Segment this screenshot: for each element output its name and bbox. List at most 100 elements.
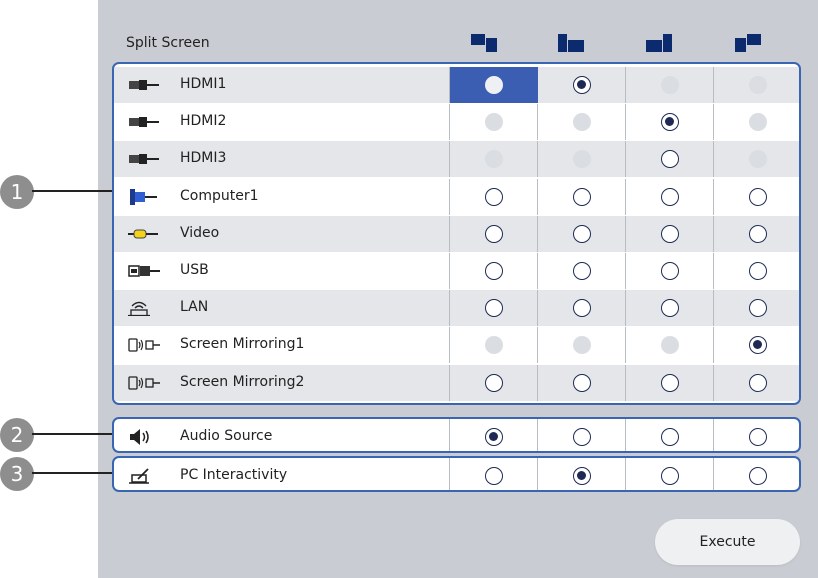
- callout-line: [32, 433, 112, 435]
- radio-button-disabled: [573, 336, 591, 355]
- usb-icon: [128, 263, 164, 279]
- layout-cell-4[interactable]: [714, 327, 799, 363]
- radio-button-selected[interactable]: [573, 467, 591, 485]
- row-label: HDMI1: [180, 76, 227, 92]
- layout-cell-4[interactable]: [714, 419, 799, 451]
- layout-cell-1[interactable]: [450, 365, 538, 401]
- row-label: LAN: [180, 299, 209, 316]
- screen-mirroring-icon: [128, 337, 164, 353]
- radio-button[interactable]: [661, 428, 679, 446]
- layout-cell-3[interactable]: [626, 290, 714, 326]
- radio-button-disabled: [749, 76, 767, 94]
- radio-button[interactable]: [573, 373, 591, 392]
- layout-cell-1: [450, 327, 538, 363]
- radio-button[interactable]: [573, 299, 591, 318]
- radio-button[interactable]: [485, 187, 503, 206]
- layout-cell-1[interactable]: [450, 67, 538, 103]
- layout-cell-1[interactable]: [450, 216, 538, 252]
- layout-cell-2: [538, 104, 626, 140]
- source-row-screen-mirroring1: Screen Mirroring1: [114, 327, 799, 364]
- radio-button[interactable]: [749, 467, 767, 485]
- radio-button-selected[interactable]: [573, 76, 591, 94]
- radio-button-selected[interactable]: [485, 428, 503, 446]
- radio-button-selected[interactable]: [661, 113, 679, 132]
- callout-number: 3: [0, 457, 34, 491]
- layout-cell-1[interactable]: [450, 253, 538, 289]
- radio-button[interactable]: [485, 224, 503, 243]
- callout-number: 1: [0, 175, 34, 209]
- layout-left-large-icon: [558, 34, 584, 52]
- pen-tablet-icon: [128, 468, 164, 484]
- layout-cell-1: [450, 141, 538, 177]
- layout-cell-4[interactable]: [714, 253, 799, 289]
- layout-cell-4[interactable]: [714, 458, 799, 490]
- radio-button-selected[interactable]: [749, 336, 767, 355]
- layout-cell-3[interactable]: [626, 253, 714, 289]
- row-label: Computer1: [180, 187, 259, 204]
- radio-button-disabled: [485, 150, 503, 169]
- layout-cell-1[interactable]: [450, 290, 538, 326]
- page-title: Split Screen: [126, 35, 210, 51]
- layout-cell-2: [538, 327, 626, 363]
- callout-line: [32, 472, 112, 474]
- row-label: Audio Source: [180, 428, 273, 444]
- layout-cell-4[interactable]: [714, 179, 799, 215]
- layout-cell-2[interactable]: [538, 419, 626, 451]
- layout-cell-3[interactable]: [626, 458, 714, 490]
- radio-button[interactable]: [661, 299, 679, 318]
- layout-cell-2[interactable]: [538, 458, 626, 490]
- layout-left-top-icon: [471, 34, 497, 52]
- source-list-group: HDMI1 HDMI2 HDMI3 Computer1 Video USB LAN Scree…: [112, 62, 801, 405]
- radio-button[interactable]: [749, 373, 767, 392]
- radio-button[interactable]: [661, 224, 679, 243]
- radio-button[interactable]: [661, 467, 679, 485]
- layout-cell-3[interactable]: [626, 365, 714, 401]
- layout-cell-3[interactable]: [626, 141, 714, 177]
- layout-cell-3[interactable]: [626, 104, 714, 140]
- radio-button-disabled: [661, 336, 679, 355]
- execute-button[interactable]: Execute: [655, 519, 800, 565]
- layout-cell-2[interactable]: [538, 67, 626, 103]
- layout-cell-2[interactable]: [538, 216, 626, 252]
- radio-button[interactable]: [485, 262, 503, 280]
- layout-cell-1[interactable]: [450, 419, 538, 451]
- video-rca-icon: [128, 226, 164, 242]
- layout-cell-2[interactable]: [538, 290, 626, 326]
- layout-cell-2: [538, 141, 626, 177]
- layout-cell-1[interactable]: [450, 458, 538, 490]
- layout-cell-3[interactable]: [626, 419, 714, 451]
- row-label: HDMI2: [180, 113, 227, 130]
- radio-button-disabled: [485, 113, 503, 132]
- layout-cell-2[interactable]: [538, 253, 626, 289]
- radio-button[interactable]: [749, 187, 767, 206]
- radio-button[interactable]: [749, 224, 767, 243]
- layout-cell-4[interactable]: [714, 365, 799, 401]
- radio-button[interactable]: [749, 299, 767, 318]
- source-row-lan: LAN: [114, 290, 799, 327]
- radio-button[interactable]: [749, 428, 767, 446]
- screen-mirroring-icon: [128, 375, 164, 391]
- radio-button[interactable]: [485, 467, 503, 485]
- radio-button[interactable]: [661, 262, 679, 280]
- layout-cell-3[interactable]: [626, 179, 714, 215]
- radio-button[interactable]: [573, 187, 591, 206]
- layout-cell-1[interactable]: [450, 179, 538, 215]
- layout-right-top-icon: [735, 34, 761, 52]
- radio-button[interactable]: [661, 187, 679, 206]
- radio-button[interactable]: [749, 262, 767, 280]
- layout-cell-4: [714, 104, 799, 140]
- radio-button[interactable]: [573, 224, 591, 243]
- radio-button[interactable]: [485, 76, 503, 94]
- radio-button[interactable]: [573, 428, 591, 446]
- radio-button[interactable]: [485, 373, 503, 392]
- layout-cell-2[interactable]: [538, 179, 626, 215]
- radio-button[interactable]: [573, 262, 591, 280]
- radio-button[interactable]: [661, 150, 679, 169]
- radio-button[interactable]: [485, 299, 503, 318]
- layout-cell-2[interactable]: [538, 365, 626, 401]
- layout-cell-3[interactable]: [626, 216, 714, 252]
- layout-cell-4[interactable]: [714, 290, 799, 326]
- layout-cell-3: [626, 67, 714, 103]
- radio-button[interactable]: [661, 373, 679, 392]
- layout-cell-4[interactable]: [714, 216, 799, 252]
